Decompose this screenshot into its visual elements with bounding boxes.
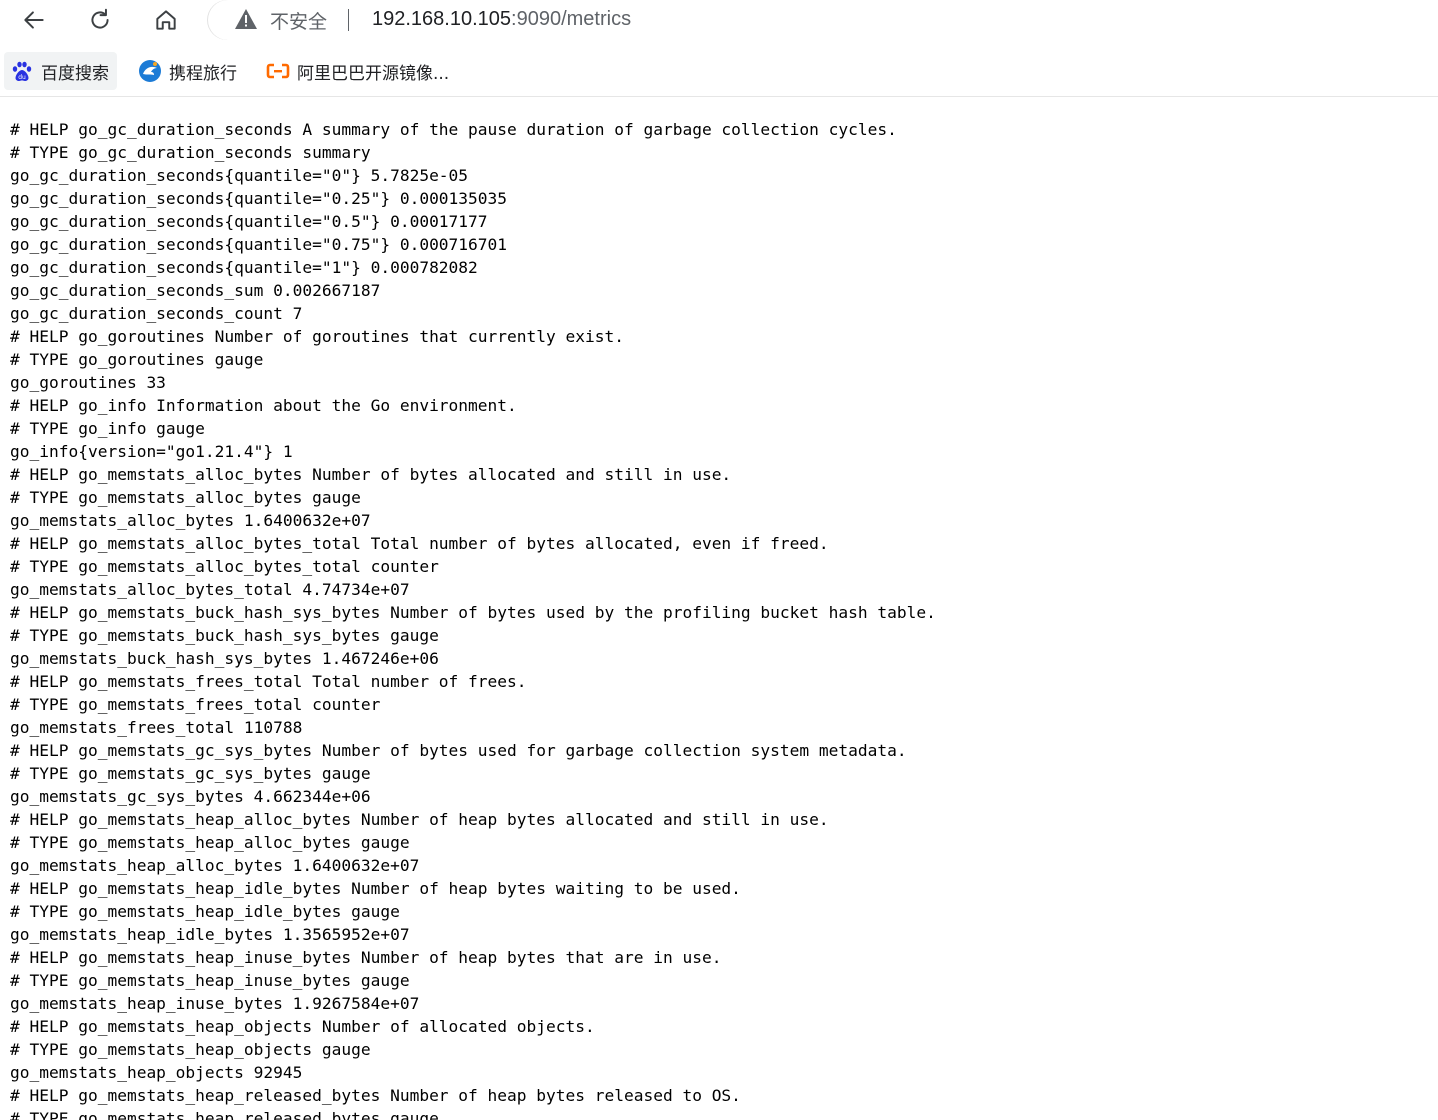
metric-line: go_gc_duration_seconds_sum 0.002667187 xyxy=(10,281,381,300)
metric-line: # TYPE go_goroutines gauge xyxy=(10,350,264,369)
metric-line: # TYPE go_memstats_heap_idle_bytes gauge xyxy=(10,902,400,921)
metric-line: go_gc_duration_seconds{quantile="0.25"} … xyxy=(10,189,508,208)
metric-line: go_memstats_heap_alloc_bytes 1.6400632e+… xyxy=(10,856,420,875)
metric-line: # HELP go_memstats_heap_inuse_bytes Numb… xyxy=(10,948,722,967)
metric-line: # TYPE go_memstats_frees_total counter xyxy=(10,695,381,714)
metric-line: # TYPE go_memstats_buck_hash_sys_bytes g… xyxy=(10,626,439,645)
browser-toolbar: 不安全 192.168.10.105:9090/metrics xyxy=(0,0,1438,42)
metric-line: # TYPE go_memstats_alloc_bytes gauge xyxy=(10,488,361,507)
metric-line: # HELP go_info Information about the Go … xyxy=(10,396,517,415)
ctrip-dolphin-icon xyxy=(139,60,161,82)
metric-line: # HELP go_memstats_heap_alloc_bytes Numb… xyxy=(10,810,829,829)
address-separator xyxy=(348,9,349,31)
metric-line: go_memstats_frees_total 110788 xyxy=(10,718,303,737)
metric-line: go_gc_duration_seconds{quantile="0"} 5.7… xyxy=(10,166,469,185)
metric-line: # HELP go_gc_duration_seconds A summary … xyxy=(10,120,897,139)
bookmark-label: 阿里巴巴开源镜像... xyxy=(297,63,450,84)
metric-line: # HELP go_goroutines Number of goroutine… xyxy=(10,327,624,346)
metric-line: # TYPE go_memstats_alloc_bytes_total cou… xyxy=(10,557,439,576)
baidu-paw-icon: du xyxy=(12,61,32,81)
metric-line: go_gc_duration_seconds{quantile="0.5"} 0… xyxy=(10,212,488,231)
metric-line: # TYPE go_memstats_gc_sys_bytes gauge xyxy=(10,764,371,783)
bookmark-label: 携程旅行 xyxy=(169,63,237,84)
metric-line: # HELP go_memstats_heap_objects Number o… xyxy=(10,1017,595,1036)
metric-line: go_goroutines 33 xyxy=(10,373,166,392)
home-button[interactable] xyxy=(148,3,184,37)
metric-line: # HELP go_memstats_heap_released_bytes N… xyxy=(10,1086,741,1105)
url-text[interactable]: 192.168.10.105:9090/metrics xyxy=(372,8,631,31)
metric-line: # HELP go_memstats_alloc_bytes Number of… xyxy=(10,465,732,484)
reload-button[interactable] xyxy=(82,3,118,37)
metric-line: go_gc_duration_seconds_count 7 xyxy=(10,304,303,323)
reload-icon xyxy=(91,8,109,29)
metric-line: # HELP go_memstats_buck_hash_sys_bytes N… xyxy=(10,603,936,622)
metric-line: go_memstats_alloc_bytes_total 4.74734e+0… xyxy=(10,580,410,599)
metric-line: # HELP go_memstats_heap_idle_bytes Numbe… xyxy=(10,879,741,898)
metric-line: go_memstats_heap_idle_bytes 1.3565952e+0… xyxy=(10,925,410,944)
metric-line: # TYPE go_gc_duration_seconds summary xyxy=(10,143,371,162)
bookmark-baidu[interactable]: du 百度搜索 xyxy=(4,52,117,90)
metric-line: # TYPE go_memstats_heap_released_bytes g… xyxy=(10,1109,439,1120)
back-arrow-icon xyxy=(24,11,44,29)
metric-line: go_gc_duration_seconds{quantile="1"} 0.0… xyxy=(10,258,478,277)
metric-line: go_memstats_heap_inuse_bytes 1.9267584e+… xyxy=(10,994,420,1013)
metrics-text: # HELP go_gc_duration_seconds A summary … xyxy=(10,118,1430,1120)
metric-line: # HELP go_memstats_frees_total Total num… xyxy=(10,672,527,691)
metric-line: go_memstats_gc_sys_bytes 4.662344e+06 xyxy=(10,787,371,806)
metric-line: go_gc_duration_seconds{quantile="0.75"} … xyxy=(10,235,508,254)
warning-triangle-icon[interactable] xyxy=(234,8,258,30)
url-host: 192.168.10.105 xyxy=(372,8,512,30)
metric-line: # TYPE go_memstats_heap_alloc_bytes gaug… xyxy=(10,833,410,852)
url-path: :9090/metrics xyxy=(511,8,632,30)
bookmarks-bar: du 百度搜索 携程旅行 阿里巴巴开源镜像... xyxy=(0,44,1438,97)
metric-line: go_memstats_buck_hash_sys_bytes 1.467246… xyxy=(10,649,439,668)
metrics-page: # HELP go_gc_duration_seconds A summary … xyxy=(10,118,1430,1120)
bookmark-label: 百度搜索 xyxy=(41,63,109,84)
address-bar[interactable]: 不安全 192.168.10.105:9090/metrics xyxy=(208,0,1438,40)
metric-line: go_memstats_heap_objects 92945 xyxy=(10,1063,303,1082)
metric-line: # TYPE go_info gauge xyxy=(10,419,205,438)
bookmark-ctrip[interactable]: 携程旅行 xyxy=(138,52,237,90)
back-button[interactable] xyxy=(16,3,52,37)
metric-line: # HELP go_memstats_alloc_bytes_total Tot… xyxy=(10,534,829,553)
metric-line: go_memstats_alloc_bytes 1.6400632e+07 xyxy=(10,511,371,530)
aliyun-logo-icon xyxy=(266,63,290,79)
metric-line: # HELP go_memstats_gc_sys_bytes Number o… xyxy=(10,741,907,760)
svg-text:du: du xyxy=(18,74,26,81)
metric-line: go_info{version="go1.21.4"} 1 xyxy=(10,442,293,461)
metric-line: # TYPE go_memstats_heap_inuse_bytes gaug… xyxy=(10,971,410,990)
metric-line: # TYPE go_memstats_heap_objects gauge xyxy=(10,1040,371,1059)
bookmark-aliyun-mirror[interactable]: 阿里巴巴开源镜像... xyxy=(266,52,449,90)
home-icon xyxy=(156,10,176,30)
security-status[interactable]: 不安全 xyxy=(270,7,327,34)
